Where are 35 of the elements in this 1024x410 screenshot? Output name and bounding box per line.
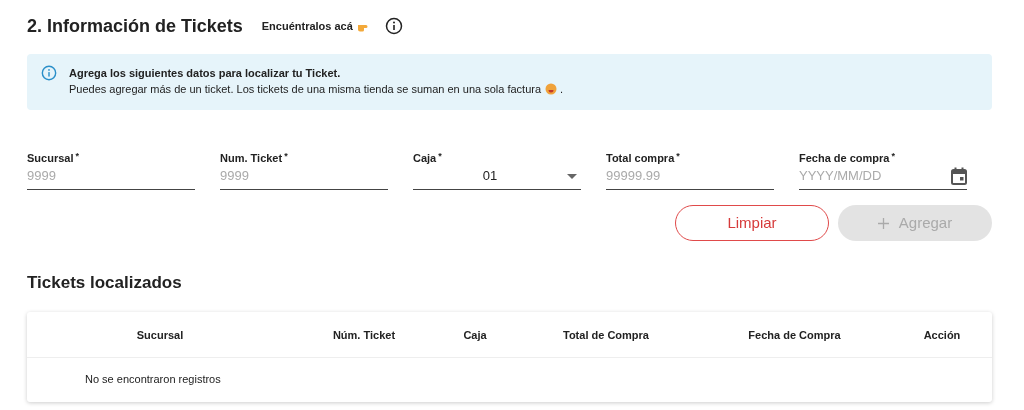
column-header: Sucursal xyxy=(136,329,184,341)
select-field[interactable]: 01 xyxy=(413,166,581,186)
section-title: 2. Información de Tickets xyxy=(27,14,243,38)
field-label: Fecha de compra xyxy=(799,151,890,166)
column-header: Caja xyxy=(463,329,487,341)
required-mark: * xyxy=(891,150,895,163)
input-field[interactable]: 9999 xyxy=(220,166,388,186)
column-header: Acción xyxy=(923,329,961,341)
column-header: Total de Compra xyxy=(563,329,649,341)
info-icon xyxy=(41,65,57,81)
banner-text: Puedes agregar más de un ticket. Los tickets de una misma tienda se suman en una sola factura xyxy=(69,82,542,97)
column-header: Fecha de Compra xyxy=(748,329,841,341)
info-icon[interactable] xyxy=(384,17,403,35)
help-link[interactable]: Encuéntralos acá xyxy=(261,17,353,35)
date-field[interactable]: YYYY/MM/DD xyxy=(799,166,951,186)
banner-text: . xyxy=(560,82,564,97)
field-label: Sucursal xyxy=(27,151,74,166)
table-title: Tickets localizados xyxy=(27,272,183,294)
field-label: Caja xyxy=(413,151,437,166)
field-label: Total compra xyxy=(606,151,675,166)
required-mark: * xyxy=(75,150,79,163)
clear-button[interactable]: Limpiar xyxy=(675,205,829,241)
smiley-icon xyxy=(545,83,558,95)
plus-icon xyxy=(877,217,889,229)
calendar-icon[interactable] xyxy=(951,167,967,185)
banner-title: Agrega los siguientes datos para localizar tu Ticket. xyxy=(69,66,342,81)
column-header: Núm. Ticket xyxy=(332,329,396,341)
empty-message: No se encontraron registros xyxy=(85,372,221,388)
field-label: Num. Ticket xyxy=(220,151,283,166)
required-mark: * xyxy=(676,150,680,163)
required-mark: * xyxy=(284,150,288,163)
required-mark: * xyxy=(438,150,442,163)
input-field[interactable]: 99999.99 xyxy=(606,166,774,186)
dropdown-caret-icon xyxy=(567,173,577,179)
input-field[interactable]: 9999 xyxy=(27,166,195,186)
